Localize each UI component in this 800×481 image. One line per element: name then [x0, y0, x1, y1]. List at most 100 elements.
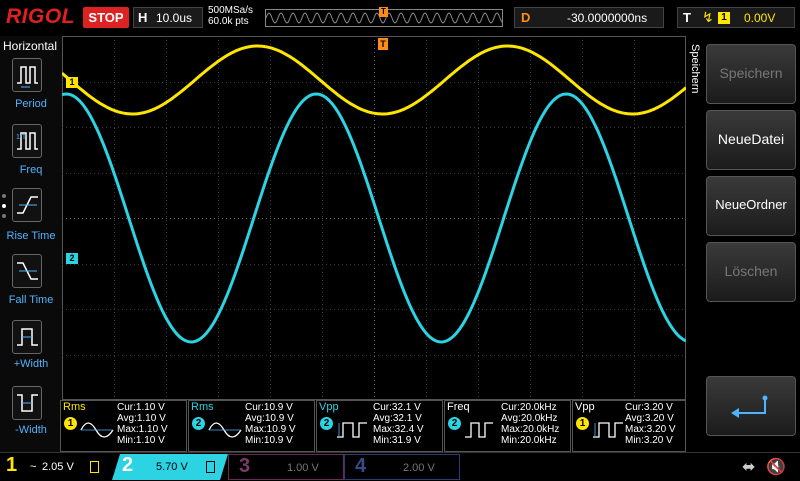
- measurement-name: Rms: [191, 401, 214, 413]
- value-avg: Avg:32.1 V: [373, 413, 422, 424]
- measurement-1[interactable]: Rms 1 Cur:1.10 V Avg:1.10 V Max:1.10 V M…: [60, 400, 187, 452]
- value-max: Max:10.9 V: [245, 424, 296, 435]
- memory-depth: 60.0k pts: [208, 16, 249, 27]
- ch4-status[interactable]: 4 2.00 V: [344, 454, 460, 480]
- value-avg: Avg:10.9 V: [245, 413, 294, 424]
- measurement-4[interactable]: Freq 2 Cur:20.0kHz Avg:20.0kHz Max:20.0k…: [444, 400, 571, 452]
- value-avg: Avg:1.10 V: [117, 413, 166, 424]
- positive-width-label: +Width: [13, 358, 49, 370]
- new-folder-button[interactable]: NeueOrdner: [706, 176, 796, 236]
- period-icon: [17, 66, 38, 88]
- trigger-time-marker[interactable]: T: [378, 38, 388, 50]
- value-min: Min:20.0kHz: [501, 435, 557, 446]
- measurement-name: Vpp: [319, 401, 339, 413]
- ch3-number: 3: [239, 455, 251, 477]
- sidebar-title: Horizontal: [3, 39, 58, 53]
- waveform-display[interactable]: T: [61, 36, 687, 400]
- period-measure-button[interactable]: [12, 58, 42, 92]
- measurement-values: Cur:32.1 V Avg:32.1 V Max:32.4 V Min:31.…: [373, 402, 424, 446]
- value-max: Max:20.0kHz: [501, 424, 560, 435]
- fall-time-icon: [17, 262, 38, 280]
- measurement-5[interactable]: Vpp 1 Cur:3.20 V Avg:3.20 V Max:3.20 V M…: [572, 400, 686, 452]
- value-min: Min:10.9 V: [245, 435, 293, 446]
- rising-edge-icon: ↯: [702, 9, 714, 25]
- trigger-level: 0.00V: [744, 11, 776, 25]
- menu-title-text: Speichern: [689, 44, 701, 94]
- value-min: Min:3.20 V: [625, 435, 673, 446]
- trigger-label: T: [683, 10, 691, 25]
- value-cur: Cur:1.10 V: [117, 402, 165, 413]
- timebase-value: 10.0us: [156, 11, 193, 25]
- value-cur: Cur:10.9 V: [245, 402, 293, 413]
- value-cur: Cur:32.1 V: [373, 402, 421, 413]
- ch1-bandwidth-icon: [90, 461, 99, 473]
- ch2-bandwidth-icon: [206, 461, 215, 473]
- value-max: Max:3.20 V: [625, 424, 676, 435]
- value-avg: Avg:3.20 V: [625, 413, 674, 424]
- fall-time-measure-button[interactable]: [12, 254, 42, 288]
- speaker-muted-icon: 🔇: [766, 459, 786, 476]
- ch2-offset-marker[interactable]: 2: [66, 253, 78, 264]
- measurement-3[interactable]: Vpp 2 Cur:32.1 V Avg:32.1 V Max:32.4 V M…: [316, 400, 443, 452]
- horizontal-label: H: [138, 10, 148, 25]
- channel-badge: 1: [576, 417, 589, 430]
- value-max: Max:1.10 V: [117, 424, 168, 435]
- fall-time-label: Fall Time: [8, 294, 54, 306]
- new-folder-label: NeueOrdner: [715, 197, 787, 212]
- freq-label: Freq: [19, 164, 43, 176]
- rise-time-icon: [17, 196, 38, 214]
- measurement-name: Freq: [447, 401, 470, 413]
- measurement-2[interactable]: Rms 2 Cur:10.9 V Avg:10.9 V Max:10.9 V M…: [188, 400, 315, 452]
- new-file-button[interactable]: NeueDatei: [706, 110, 796, 170]
- ch3-status[interactable]: 3 1.00 V: [228, 454, 344, 480]
- period-label: Period: [15, 98, 47, 110]
- measurement-values: Cur:20.0kHz Avg:20.0kHz Max:20.0kHz Min:…: [501, 402, 559, 446]
- ch4-scale: 2.00 V: [403, 462, 435, 474]
- save-button-label: Speichern: [719, 65, 783, 81]
- negative-width-icon: [17, 394, 38, 412]
- positive-width-measure-button[interactable]: [12, 320, 42, 354]
- negative-width-measure-button[interactable]: [12, 386, 42, 420]
- measurement-values: Cur:1.10 V Avg:1.10 V Max:1.10 V Min:1.1…: [117, 402, 168, 446]
- trigger-box[interactable]: T ↯ 1 0.00V: [677, 7, 795, 28]
- usb-icon: ⬌: [742, 459, 756, 476]
- delete-button[interactable]: Löschen: [706, 242, 796, 302]
- channel-badge: 2: [448, 417, 461, 430]
- acquisition-info: 500MSa/s 60.0k pts: [208, 5, 253, 27]
- ch1-status[interactable]: 1 ~ 2.05 V: [0, 454, 112, 480]
- menu-title: Speichern: [687, 44, 703, 134]
- ch2-scale: 5.70 V: [156, 461, 188, 473]
- value-min: Min:31.9 V: [373, 435, 421, 446]
- ch2-number: 2: [122, 454, 134, 476]
- delay-label: D: [521, 10, 531, 25]
- trigger-position-marker: T: [379, 7, 388, 17]
- save-button[interactable]: Speichern: [706, 44, 796, 104]
- graticule: [61, 36, 687, 400]
- rise-time-measure-button[interactable]: [12, 188, 42, 222]
- measure-sidebar: Horizontal Period 1/T Freq Rise Time Fal…: [0, 36, 62, 452]
- channel-status-bar: 1 ~ 2.05 V 2 5.70 V 3 1.00 V 4 2.00 V ⬌ …: [0, 452, 800, 481]
- measurement-name: Rms: [63, 401, 86, 413]
- measurement-values: Cur:3.20 V Avg:3.20 V Max:3.20 V Min:3.2…: [625, 402, 676, 446]
- measurement-values: Cur:10.9 V Avg:10.9 V Max:10.9 V Min:10.…: [245, 402, 296, 446]
- new-file-label: NeueDatei: [717, 131, 785, 147]
- ch1-number: 1: [6, 454, 18, 476]
- timebase-box[interactable]: H 10.0us: [133, 7, 203, 28]
- rise-time-label: Rise Time: [6, 230, 56, 242]
- freq-measure-button[interactable]: 1/T: [12, 124, 42, 158]
- memory-overview-bar[interactable]: T: [265, 7, 503, 27]
- delete-label: Löschen: [724, 263, 778, 279]
- svg-text:1/T: 1/T: [16, 134, 27, 141]
- delay-box[interactable]: D -30.0000000ns: [514, 7, 664, 28]
- frequency-icon: 1/T: [16, 132, 38, 150]
- channel-badge: 2: [192, 417, 205, 430]
- return-button[interactable]: [706, 376, 796, 436]
- return-arrow-icon: [731, 395, 768, 418]
- page-dots-icon: [2, 194, 8, 224]
- ch1-offset-marker[interactable]: 1: [66, 77, 78, 88]
- frequency-icon: [465, 422, 493, 438]
- run-stop-status[interactable]: STOP: [83, 7, 129, 28]
- ch2-status[interactable]: 2 5.70 V: [112, 454, 228, 480]
- measurement-name: Vpp: [575, 401, 595, 413]
- sine-icon: [208, 422, 242, 438]
